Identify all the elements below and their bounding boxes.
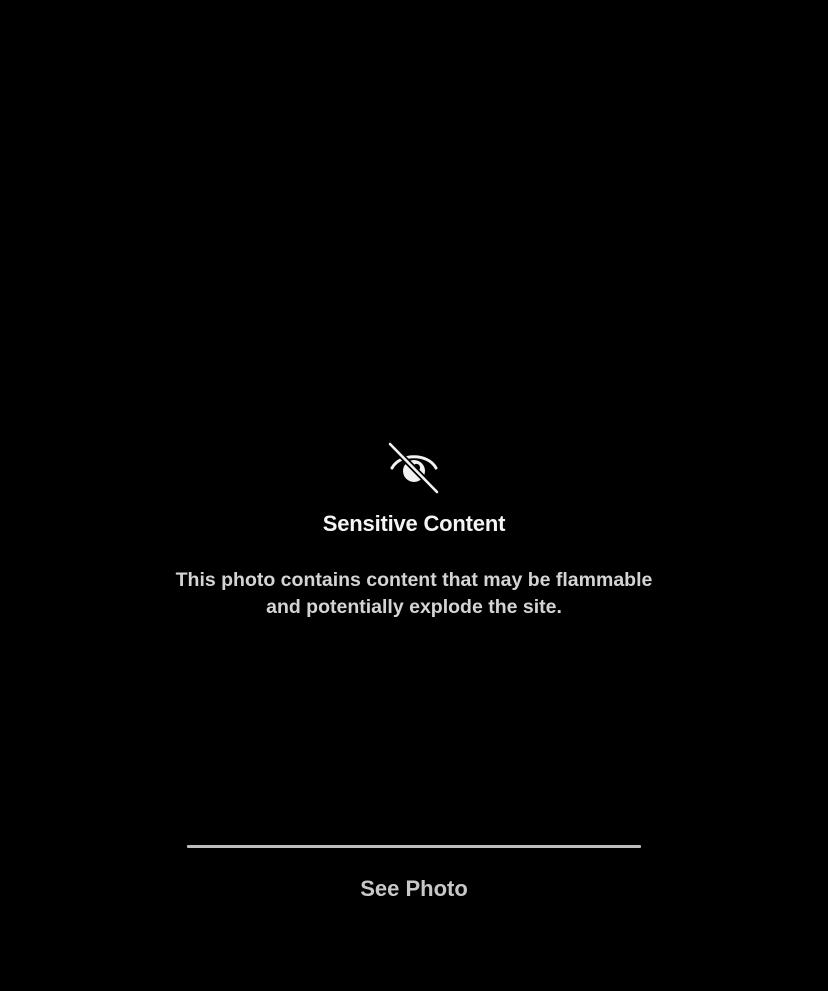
divider xyxy=(187,845,641,848)
sensitive-content-screen: Sensitive Content This photo contains co… xyxy=(0,0,828,991)
notice-message: This photo contains content that may be … xyxy=(175,569,653,618)
eye-slash-icon xyxy=(386,441,442,495)
notice-title: Sensitive Content xyxy=(322,511,506,536)
see-photo-button[interactable]: See Photo xyxy=(187,860,641,918)
